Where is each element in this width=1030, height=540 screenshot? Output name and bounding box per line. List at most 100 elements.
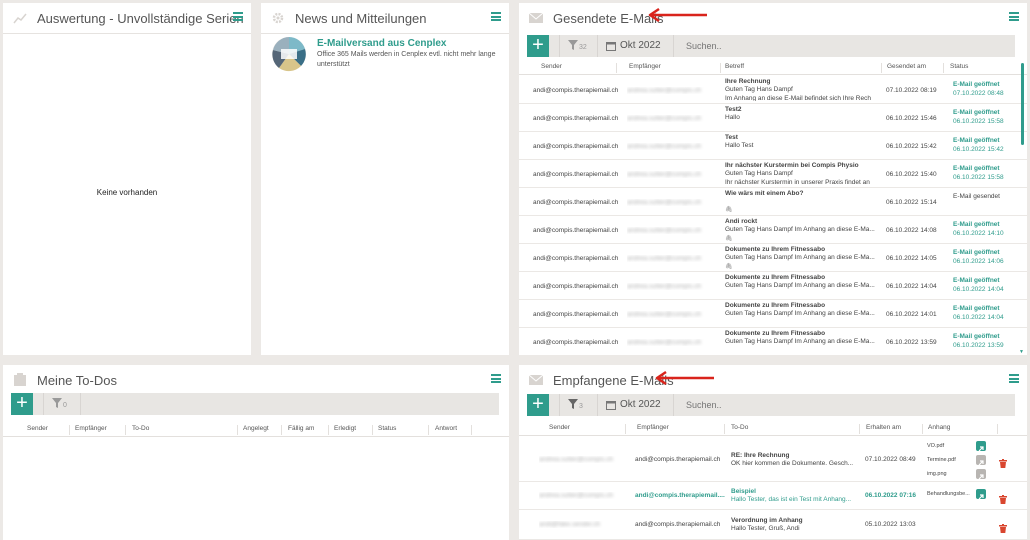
- attachment-open-icon[interactable]: [976, 469, 986, 480]
- status-cell: E-Mail geöffnet: [953, 109, 1000, 116]
- add-email-button[interactable]: +: [527, 35, 549, 57]
- status-cell: E-Mail geöffnet: [953, 277, 1000, 284]
- table-row[interactable]: andi@fake.sender.ch andi@compis.therapiem…: [519, 510, 1027, 540]
- delete-icon[interactable]: [999, 520, 1007, 533]
- table-row[interactable]: andi@compis.therapiemail.ch andrea.sutter…: [519, 216, 1027, 244]
- panel-header: Gesendete E-Mails: [519, 3, 1027, 33]
- status-cell: E-Mail geöffnet: [953, 333, 1000, 340]
- table-row[interactable]: andi@compis.therapiemail.ch andrea.sutter…: [519, 244, 1027, 272]
- sent-date-cell: 06.10.2022 15:14: [886, 199, 937, 206]
- recipient-cell: andi@compis.therapiemail.ch: [635, 521, 721, 528]
- col-sender[interactable]: Sender: [27, 425, 48, 432]
- sender-cell: andi@compis.therapiemail.ch: [533, 283, 619, 290]
- scrollbar[interactable]: [1021, 63, 1024, 145]
- preview-line: [725, 263, 879, 269]
- table-row[interactable]: andi@compis.therapiemail.ch andrea.sutter…: [519, 328, 1027, 355]
- table-row[interactable]: andi@compis.therapiemail.ch andrea.sutter…: [519, 160, 1027, 188]
- subject-cell: Verordnung im Anhang: [731, 517, 803, 524]
- filter-icon: [568, 399, 578, 409]
- filter-button[interactable]: 3: [559, 394, 597, 416]
- col-status[interactable]: Status: [378, 425, 396, 432]
- attachment-open-icon[interactable]: [976, 489, 986, 500]
- clipboard-icon: [14, 373, 26, 386]
- table-row[interactable]: andrea.sutter@compis.ch andi@compis.thera…: [519, 438, 1027, 482]
- status-cell: E-Mail geöffnet: [953, 249, 1000, 256]
- table-row[interactable]: andi@compis.therapiemail.ch andrea.sutter…: [519, 104, 1027, 132]
- subject-cell: Test: [725, 134, 738, 141]
- col-sent-date[interactable]: Gesendet am: [887, 63, 926, 70]
- recipient-cell: andrea.sutter@compis.ch: [627, 87, 702, 94]
- preview-line: [725, 207, 879, 213]
- col-created[interactable]: Angelegt: [243, 425, 269, 432]
- date-picker-button[interactable]: Okt 2022: [597, 394, 673, 416]
- col-recipient[interactable]: Empfänger: [637, 424, 669, 431]
- filter-count: 0: [63, 402, 67, 409]
- sent-date-cell: 06.10.2022 14:08: [886, 227, 937, 234]
- hamburger-menu-icon[interactable]: [1009, 374, 1019, 383]
- hamburger-menu-icon[interactable]: [491, 374, 501, 383]
- sent-date-cell: 07.10.2022 08:19: [886, 87, 937, 94]
- col-todo[interactable]: To-Do: [132, 425, 149, 432]
- delete-icon[interactable]: [999, 455, 1007, 468]
- paperclip-icon: 🖇: [725, 207, 733, 213]
- scroll-down-arrow[interactable]: ▼: [1019, 349, 1024, 355]
- col-due[interactable]: Fällig am: [288, 425, 314, 432]
- add-email-button[interactable]: +: [527, 394, 549, 416]
- attachment-open-icon[interactable]: [976, 455, 986, 466]
- attachment-open-icon[interactable]: [976, 441, 986, 452]
- table-header: Sender Empfänger To-Do Angelegt Fällig a…: [3, 423, 509, 437]
- hamburger-menu-icon[interactable]: [491, 12, 501, 21]
- news-item[interactable]: E-Mailversand aus Cenplex Office 365 Mai…: [271, 36, 501, 72]
- hamburger-menu-icon[interactable]: [233, 12, 243, 21]
- col-recipient[interactable]: Empfänger: [629, 63, 661, 70]
- preview-line: Guten Tag Hans Dampf Im Anhang an diese …: [725, 226, 875, 233]
- col-recipient[interactable]: Empfänger: [75, 425, 107, 432]
- recipient-cell: andrea.sutter@compis.ch: [627, 115, 702, 122]
- col-attachment[interactable]: Anhang: [928, 424, 950, 431]
- panel-title: News und Mitteilungen: [295, 11, 427, 26]
- attachment-name[interactable]: Behandlungsbe...: [927, 491, 973, 497]
- date-picker-button[interactable]: Okt 2022: [597, 35, 673, 57]
- table-row[interactable]: andrea.sutter@compis.ch andi@compis.thera…: [519, 482, 1027, 510]
- col-subject[interactable]: Betreff: [725, 63, 744, 70]
- delete-icon[interactable]: [999, 491, 1007, 504]
- subject-cell: Dokumente zu Ihrem Fitnessabo: [725, 302, 826, 309]
- news-panel: News und Mitteilungen E-Mailversand aus …: [261, 3, 509, 355]
- col-status[interactable]: Status: [950, 63, 968, 70]
- col-answer[interactable]: Antwort: [435, 425, 457, 432]
- attachment-name[interactable]: VO.pdf: [927, 443, 973, 449]
- col-todo[interactable]: To-Do: [731, 424, 748, 431]
- preview-line: Ihr nächster Kurstermin in unserer Praxi…: [725, 179, 870, 185]
- attachment-name[interactable]: img.png: [927, 471, 973, 477]
- status-date-cell: 06.10.2022 15:58: [953, 174, 1004, 181]
- sent-toolbar: + 32 Okt 2022: [527, 35, 1015, 57]
- attachment-name[interactable]: Termine.pdf: [927, 457, 973, 463]
- col-sender[interactable]: Sender: [549, 424, 570, 431]
- paperclip-icon: 🖇: [725, 264, 733, 270]
- preview-line: Im Anhang an diese E-Mail befindet sich …: [725, 95, 871, 101]
- filter-button[interactable]: 0: [43, 393, 81, 415]
- filter-icon: [568, 40, 578, 50]
- col-sender[interactable]: Sender: [541, 63, 562, 70]
- news-item-title[interactable]: E-Mailversand aus Cenplex: [317, 38, 447, 49]
- panel-header: Empfangene E-Mails: [519, 365, 1027, 395]
- recipient-cell: andrea.sutter@compis.ch: [627, 311, 702, 318]
- search-input[interactable]: [673, 35, 1015, 57]
- status-cell: E-Mail geöffnet: [953, 305, 1000, 312]
- recipient-cell: andrea.sutter@compis.ch: [627, 339, 702, 346]
- search-input[interactable]: [673, 394, 1015, 416]
- add-todo-button[interactable]: +: [11, 393, 33, 415]
- hamburger-menu-icon[interactable]: [1009, 12, 1019, 21]
- table-row[interactable]: andi@compis.therapiemail.ch andrea.sutter…: [519, 132, 1027, 160]
- sender-cell: andi@fake.sender.ch: [539, 521, 601, 528]
- col-received-date[interactable]: Erhalten am: [866, 424, 901, 431]
- table-row[interactable]: andi@compis.therapiemail.ch andrea.sutter…: [519, 300, 1027, 328]
- table-row[interactable]: andi@compis.therapiemail.ch andrea.sutter…: [519, 76, 1027, 104]
- table-row[interactable]: andi@compis.therapiemail.ch andrea.sutter…: [519, 272, 1027, 300]
- filter-button[interactable]: 32: [559, 35, 597, 57]
- sender-cell: andi@compis.therapiemail.ch: [533, 143, 619, 150]
- table-row[interactable]: andi@compis.therapiemail.ch andrea.sutter…: [519, 188, 1027, 216]
- col-done[interactable]: Erledigt: [334, 425, 356, 432]
- status-cell: E-Mail geöffnet: [953, 81, 1000, 88]
- preview-line: Guten Tag Hans Dampf Im Anhang an diese …: [725, 338, 875, 345]
